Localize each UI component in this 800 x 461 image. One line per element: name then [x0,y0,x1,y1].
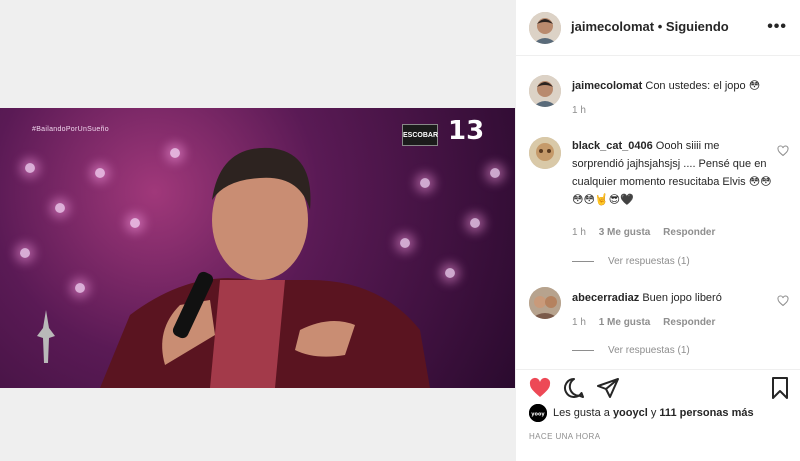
view-replies-label: Ver respuestas (1) [608,345,690,356]
post-timestamp[interactable]: HACE UNA HORA [529,432,600,441]
action-bar [516,369,800,405]
comment-likes[interactable]: 1 Me gusta [599,317,651,328]
separator-dot: • [657,19,663,34]
avatar[interactable] [529,12,561,44]
caption-meta: 1 h [572,105,596,116]
caption-time[interactable]: 1 h [572,105,586,116]
avatar[interactable] [529,75,561,107]
likes-prefix: Les gusta a [553,407,610,419]
presenter-figure [100,147,430,388]
comment-body: black_cat_0406 Oooh siiii me sorprendió … [572,137,772,209]
comment-username[interactable]: abecerradiaz [572,292,639,304]
channel-logo: 13 [448,116,485,146]
comment-body: abecerradiaz Buen jopo liberó [572,289,772,307]
liker-username[interactable]: yooycl [613,407,648,419]
post-author: jaimecolomat • Siguiendo [571,19,729,34]
bookmark-icon[interactable] [768,376,792,400]
comment-icon[interactable] [562,376,586,400]
caption-username[interactable]: jaimecolomat [572,80,642,92]
likes-text: Les gusta a yooycl y 111 personas más [553,407,754,419]
media-pane: #BailandoPorUnSueño ESCOBAR 13 [0,0,515,461]
likes-conj: y [650,407,657,419]
liker-avatar[interactable]: yooy [529,404,547,422]
heart-outline-icon[interactable] [777,295,789,307]
follow-status-button[interactable]: Siguiendo [666,19,729,34]
video-player[interactable]: #BailandoPorUnSueño ESCOBAR 13 [0,108,515,388]
reply-button[interactable]: Responder [663,227,715,238]
hashtag-overlay: #BailandoPorUnSueño [32,126,109,133]
comments-list: jaimecolomat Con ustedes: el jopo 😳 1 h … [516,57,800,369]
ellipsis-icon[interactable]: ••• [767,18,787,36]
likes-others[interactable]: 111 personas más [659,407,753,419]
avatar[interactable] [529,287,561,319]
avatar[interactable] [529,137,561,169]
liker-avatar-text: yooy [531,412,545,418]
comment-meta: 1 h 3 Me gusta Responder [572,227,725,238]
comment-username[interactable]: black_cat_0406 [572,140,653,152]
comment-text: Buen jopo liberó [642,292,722,304]
replies-line [572,260,594,262]
caption-body: jaimecolomat Con ustedes: el jopo 😳 [572,77,772,95]
comment-time[interactable]: 1 h [572,317,586,328]
comment-likes[interactable]: 3 Me gusta [599,227,651,238]
post-username[interactable]: jaimecolomat [571,19,654,34]
replies-line [572,349,594,351]
view-replies[interactable]: Ver respuestas (1) [572,345,690,356]
comment-meta: 1 h 1 Me gusta Responder [572,317,725,328]
heart-filled-icon[interactable] [528,376,552,400]
reply-button[interactable]: Responder [663,317,715,328]
post-sidebar: jaimecolomat • Siguiendo ••• jaimecoloma… [515,0,800,461]
post-header: jaimecolomat • Siguiendo ••• [516,0,800,56]
comment-time[interactable]: 1 h [572,227,586,238]
share-icon[interactable] [596,376,620,400]
view-replies-label: Ver respuestas (1) [608,256,690,267]
trophy-icon [37,310,55,363]
caption-text: Con ustedes: el jopo 😳 [645,80,761,92]
view-replies[interactable]: Ver respuestas (1) [572,256,690,267]
heart-outline-icon[interactable] [777,145,789,157]
